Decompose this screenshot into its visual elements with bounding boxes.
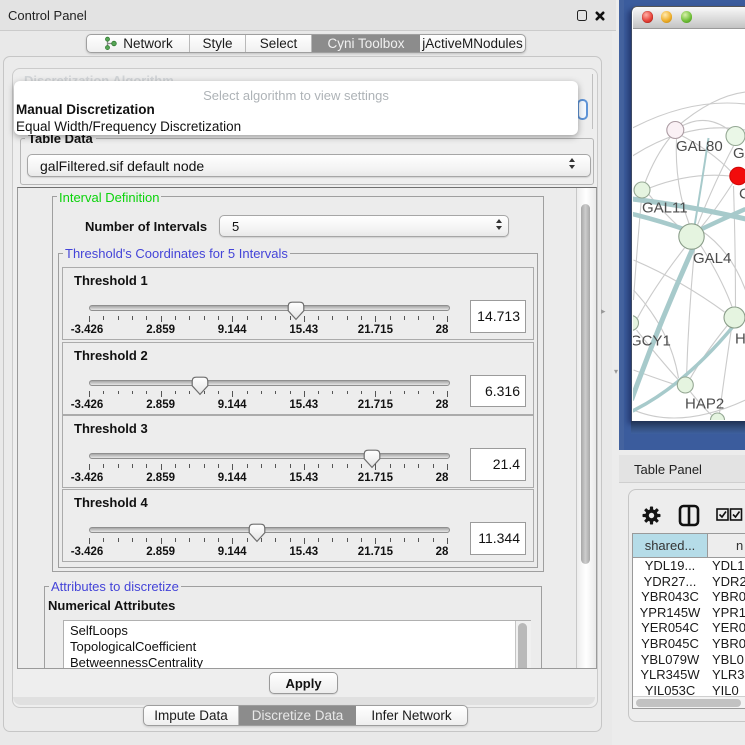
svg-text:GAL80: GAL80 (676, 138, 723, 155)
svg-text:GCY1: GCY1 (633, 333, 671, 350)
svg-text:GAL4: GAL4 (693, 250, 731, 267)
svg-text:C: C (739, 186, 745, 203)
svg-text:GA: GA (733, 145, 745, 162)
svg-text:GAL11: GAL11 (642, 200, 688, 217)
svg-text:HAP2: HAP2 (685, 396, 724, 413)
svg-text:H: H (735, 331, 745, 348)
